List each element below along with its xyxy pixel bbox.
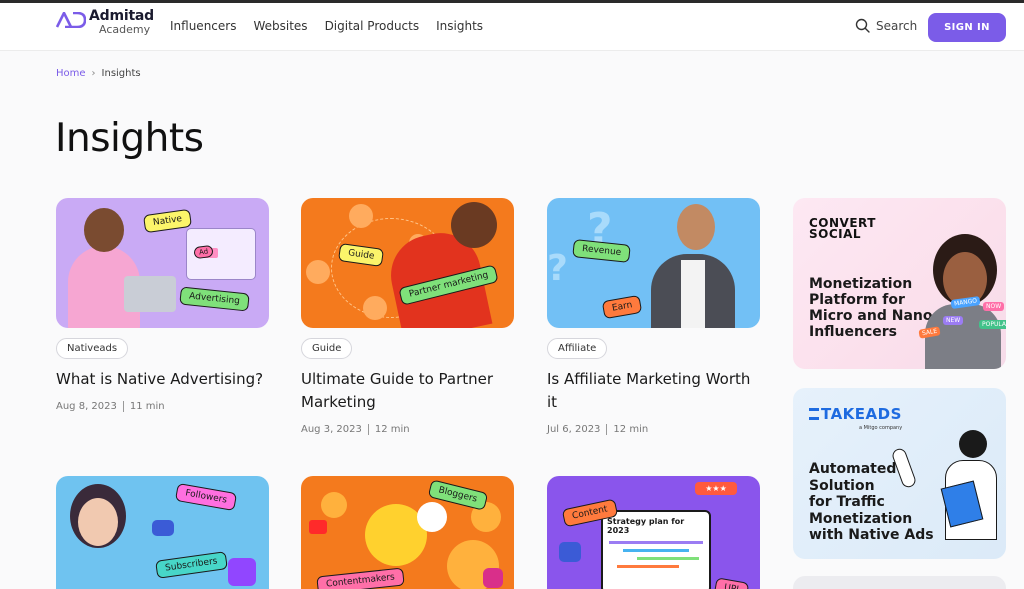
nav-item-influencers[interactable]: Influencers: [170, 19, 236, 33]
article-card[interactable]: Bloggers Contentmakers: [301, 476, 514, 589]
article-thumbnail[interactable]: ? ? Revenue Earn: [547, 198, 760, 328]
article-thumbnail[interactable]: Bloggers Contentmakers: [301, 476, 514, 589]
thumbs-up-icon: [559, 542, 581, 562]
meta-divider: [122, 401, 124, 412]
breadcrumb: Home › Insights: [56, 68, 141, 79]
article-meta: Aug 8, 2023 11 min: [56, 401, 269, 412]
person-face-illustration: [78, 498, 118, 546]
nav-item-digital-products[interactable]: Digital Products: [325, 19, 420, 33]
question-mark-illustration: ?: [547, 248, 568, 289]
search-label: Search: [876, 18, 918, 33]
twitch-icon: [228, 558, 256, 586]
chip-upi: UPI: [713, 577, 749, 589]
ad-title: Automated Solution for Traffic Monetizat…: [809, 461, 934, 543]
person-illustration: [321, 492, 347, 518]
logo-name: Admitad: [89, 8, 155, 24]
article-card[interactable]: Guide Partner marketing Guide Ultimate G…: [301, 198, 514, 435]
person-head-illustration: [451, 202, 497, 248]
article-date: Jul 6, 2023: [547, 424, 601, 435]
breadcrumb-current: Insights: [101, 68, 141, 79]
strategy-board-title: Strategy plan for 2023: [607, 517, 685, 535]
article-thumbnail[interactable]: Guide Partner marketing: [301, 198, 514, 328]
gantt-bar: [623, 549, 689, 552]
megaphone-icon: [349, 204, 373, 228]
nav-item-websites[interactable]: Websites: [253, 19, 307, 33]
article-thumbnail[interactable]: ★★★ Strategy plan for 2023 Content UPI: [547, 476, 760, 589]
ad-banner-takeads[interactable]: TAKEADS a Mitgo company Automated Soluti…: [793, 388, 1006, 559]
article-read-time: 12 min: [374, 424, 410, 435]
person-head-illustration: [959, 430, 987, 458]
youtube-icon: [309, 520, 327, 534]
category-tag[interactable]: Affiliate: [547, 338, 608, 359]
article-read-time: 12 min: [613, 424, 649, 435]
page-title: Insights: [55, 116, 204, 161]
laptop-illustration: [124, 276, 176, 312]
tablet-illustration: Strategy plan for 2023: [601, 510, 711, 589]
category-tag[interactable]: Guide: [301, 338, 353, 359]
person-head-illustration: [677, 204, 715, 250]
site-header: Admitad Academy Influencers Websites Dig…: [0, 3, 1024, 51]
article-title[interactable]: Is Affiliate Marketing Worth it: [547, 368, 760, 414]
person-head-illustration: [84, 208, 124, 252]
article-card[interactable]: ? ? Revenue Earn Affiliate Is Affiliate …: [547, 198, 760, 435]
person-tshirt-illustration: [681, 260, 705, 328]
gantt-bar: [637, 557, 699, 560]
chip-subscribers: Subscribers: [155, 551, 228, 579]
sign-in-button[interactable]: SIGN IN: [928, 13, 1006, 42]
video-call-icon: [417, 502, 447, 532]
article-read-time: 11 min: [129, 401, 165, 412]
article-meta: Jul 6, 2023 12 min: [547, 424, 760, 435]
article-date: Aug 8, 2023: [56, 401, 117, 412]
chip-revenue: Revenue: [572, 239, 631, 263]
ad-chip: NOW: [983, 302, 1005, 311]
users-icon: [306, 260, 330, 284]
admitad-logo-icon: [56, 12, 86, 28]
nav-item-insights[interactable]: Insights: [436, 19, 483, 33]
main-nav: Influencers Websites Digital Products In…: [170, 19, 483, 33]
ad-chip: POPULAR: [979, 320, 1006, 329]
chip-advertising: Advertising: [179, 286, 250, 312]
article-thumbnail[interactable]: Native Ad Advertising: [56, 198, 269, 328]
ad-brand-convert-social: CONVERT SOCIAL: [809, 216, 876, 241]
search-icon: [855, 18, 870, 33]
article-meta: Aug 3, 2023 12 min: [301, 424, 514, 435]
ad-banner-convert-social[interactable]: CONVERT SOCIAL Monetization Platform for…: [793, 198, 1006, 369]
takeads-logo: TAKEADS: [809, 404, 902, 423]
article-card[interactable]: Followers Subscribers: [56, 476, 269, 589]
category-tag[interactable]: Nativeads: [56, 338, 129, 359]
breadcrumb-separator: ›: [91, 68, 96, 79]
meta-divider: [606, 424, 608, 435]
breadcrumb-home[interactable]: Home: [56, 68, 86, 79]
takeads-logo-icon: [809, 408, 819, 420]
article-title[interactable]: Ultimate Guide to Partner Marketing: [301, 368, 514, 414]
article-thumbnail[interactable]: Followers Subscribers: [56, 476, 269, 589]
ad-brand-takeads: TAKEADS: [821, 404, 902, 423]
search-button[interactable]: Search: [855, 18, 917, 33]
checklist-icon: [363, 296, 387, 320]
instagram-icon: [483, 568, 503, 588]
chip-native: Native: [142, 208, 193, 234]
person-body-illustration: [925, 304, 1001, 369]
article-date: Aug 3, 2023: [301, 424, 362, 435]
ad-chip: NEW: [943, 316, 964, 325]
article-title[interactable]: What is Native Advertising?: [56, 368, 269, 391]
chip-followers: Followers: [174, 482, 238, 512]
ad-banner-partial[interactable]: [793, 576, 1006, 589]
chip-contentmakers: Contentmakers: [316, 567, 405, 589]
chip-earn: Earn: [601, 294, 643, 320]
ad-brand-subtitle: a Mitgo company: [859, 425, 903, 431]
gantt-bar: [609, 541, 703, 544]
article-card[interactable]: ★★★ Strategy plan for 2023 Content UPI: [547, 476, 760, 589]
gamepad-icon: [152, 520, 174, 536]
logo[interactable]: Admitad Academy: [56, 8, 155, 36]
gantt-bar: [617, 565, 679, 568]
rating-stars-illustration: ★★★: [695, 482, 737, 495]
meta-divider: [367, 424, 369, 435]
ad-title: Monetization Platform for Micro and Nano…: [809, 276, 933, 340]
article-card[interactable]: Native Ad Advertising Nativeads What is …: [56, 198, 269, 412]
logo-subtitle: Academy: [99, 23, 151, 36]
